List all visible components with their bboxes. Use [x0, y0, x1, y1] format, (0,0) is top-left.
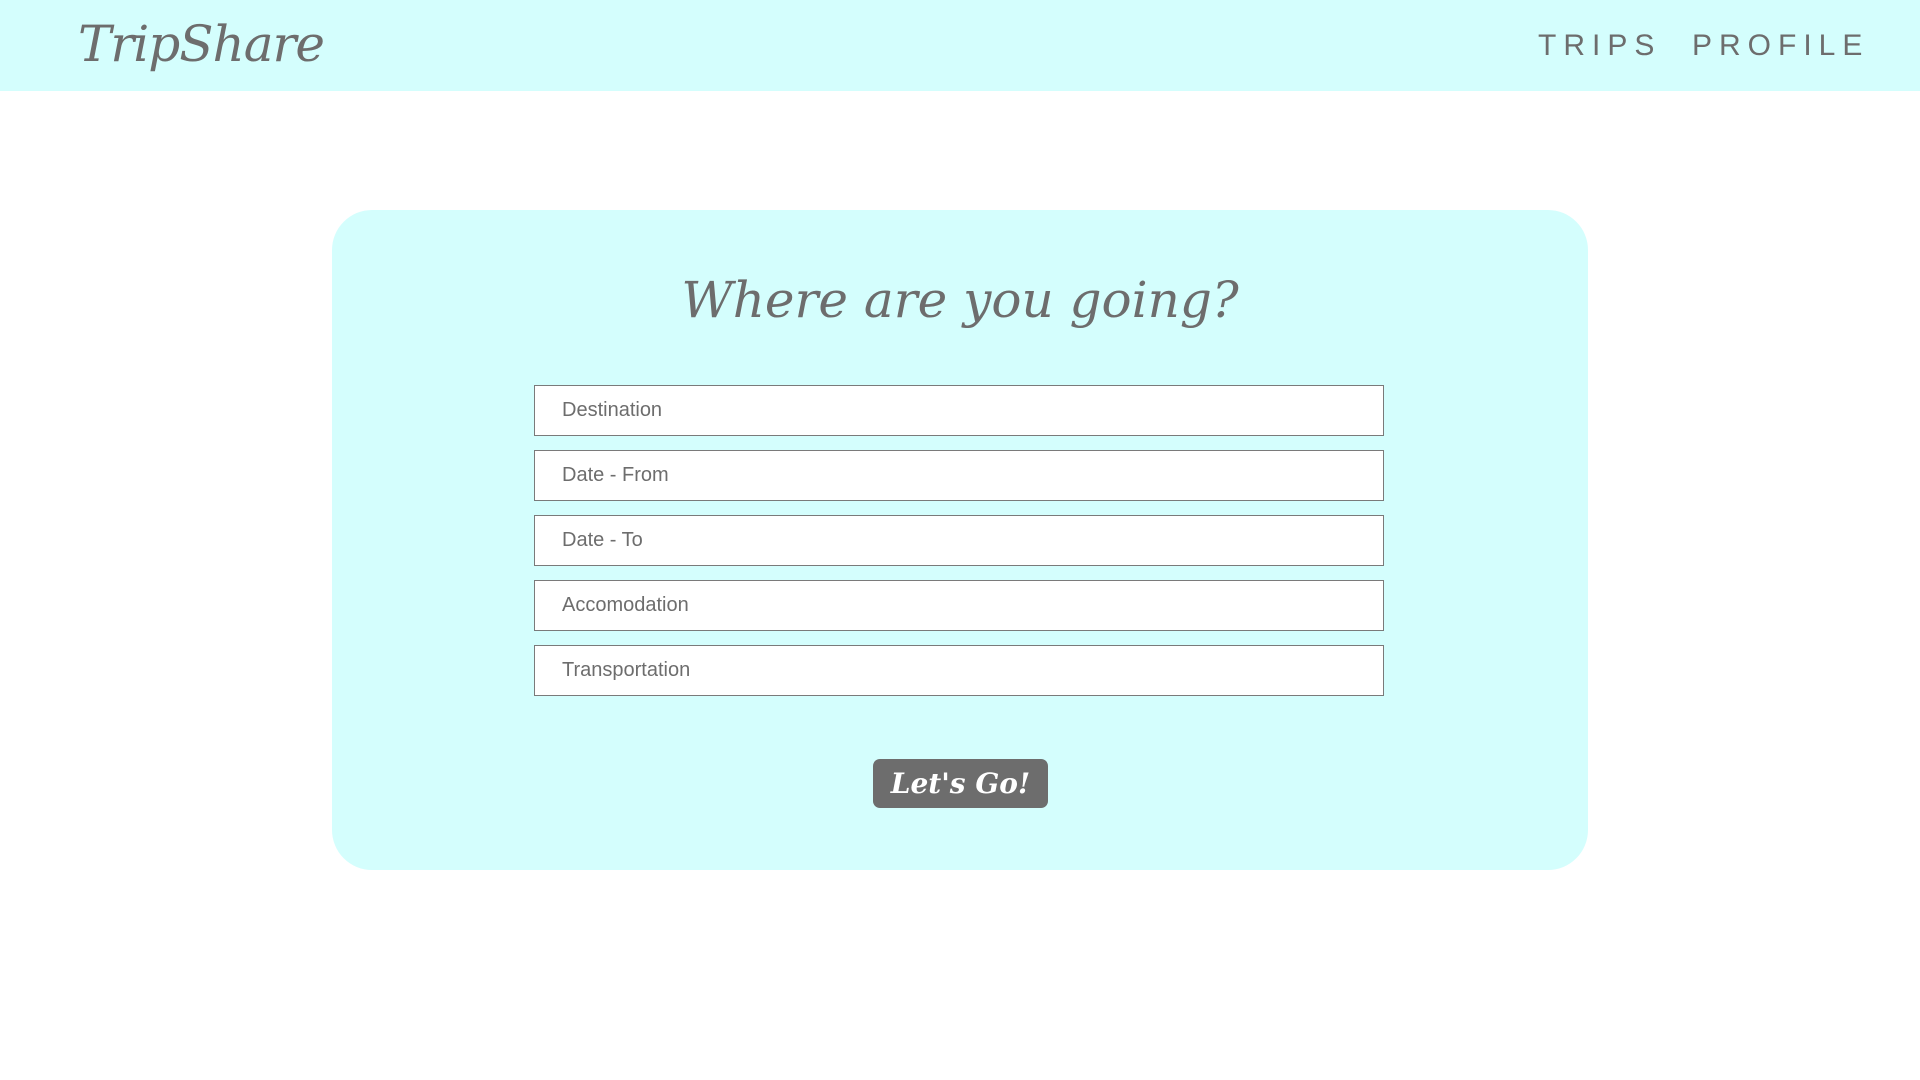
destination-field[interactable]: Destination: [534, 385, 1384, 436]
nav-link-profile[interactable]: PROFILE: [1692, 26, 1869, 66]
date-to-field[interactable]: Date - To: [534, 515, 1384, 566]
accomodation-field[interactable]: Accomodation: [534, 580, 1384, 631]
date-from-placeholder: Date - From: [562, 464, 669, 486]
top-navigation-bar: TripShare TRIPS PROFILE: [0, 0, 1920, 91]
transportation-placeholder: Transportation: [562, 659, 691, 681]
accomodation-placeholder: Accomodation: [562, 594, 689, 616]
transportation-field[interactable]: Transportation: [534, 645, 1384, 696]
lets-go-button[interactable]: Let's Go!: [873, 759, 1048, 808]
destination-placeholder: Destination: [562, 399, 663, 421]
date-from-field[interactable]: Date - From: [534, 450, 1384, 501]
form-heading: Where are you going?: [681, 271, 1239, 329]
nav-link-trips[interactable]: TRIPS: [1538, 26, 1661, 66]
trip-form-card: Where are you going? Destination Date - …: [332, 210, 1588, 870]
date-to-placeholder: Date - To: [562, 529, 643, 551]
app-logo[interactable]: TripShare: [78, 12, 325, 76]
